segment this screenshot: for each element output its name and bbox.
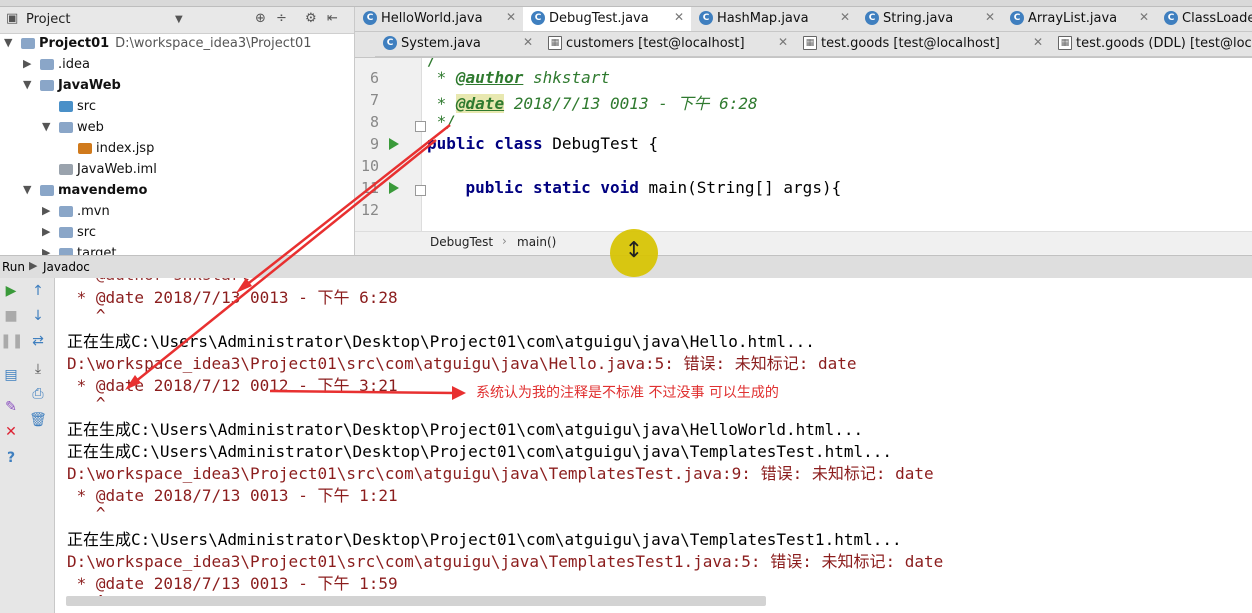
resize-vertical-icon: ↕ [624, 238, 644, 263]
annotation-arrows [125, 124, 466, 400]
arrow-head-2 [125, 375, 141, 390]
arrow-head-3 [452, 386, 466, 400]
arrow-line-2 [129, 139, 437, 387]
resize-cursor-highlight[interactable]: ↕ [610, 229, 658, 277]
arrow-line-1 [239, 124, 451, 291]
annotation-note: 系统认为我的注释是不标准 不过没事 可以生成的 [476, 385, 779, 401]
arrow-line-3 [269, 389, 456, 395]
